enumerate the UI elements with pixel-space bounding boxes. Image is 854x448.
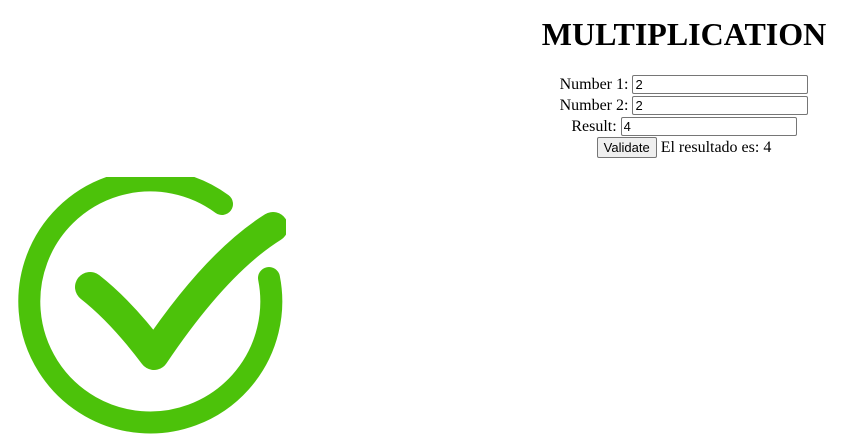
result-label: Result: <box>571 117 617 135</box>
result-row: Result: <box>512 115 854 136</box>
page-title: MULTIPLICATION <box>541 16 827 52</box>
check-circle-icon <box>18 177 286 434</box>
number2-label: Number 2: <box>559 96 629 114</box>
validate-row: Validate El resultado es: 4 <box>512 136 854 158</box>
result-message: El resultado es: 4 <box>660 138 772 156</box>
multiplication-form: Number 1: Number 2: Result: Validate El … <box>512 73 854 158</box>
number1-label: Number 1: <box>559 75 629 93</box>
checkmark <box>75 212 286 370</box>
number1-input[interactable] <box>632 74 809 94</box>
circle-arc <box>18 177 283 434</box>
number2-row: Number 2: <box>512 94 854 115</box>
validate-button[interactable]: Validate <box>596 136 657 158</box>
number2-input[interactable] <box>632 95 809 115</box>
result-input[interactable] <box>620 116 797 136</box>
number1-row: Number 1: <box>512 73 854 94</box>
page: MULTIPLICATION Number 1: Number 2: Resul… <box>0 0 854 448</box>
